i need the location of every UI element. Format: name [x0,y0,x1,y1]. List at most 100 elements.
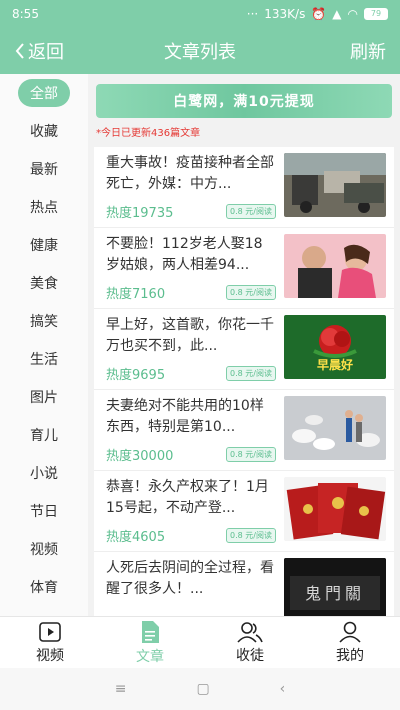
category-item-pictures[interactable]: 图片 [0,378,88,416]
article-card[interactable]: 不要脸！112岁老人娶18岁姑娘，两人相差94... 热度7160 0.8 元/… [94,228,394,309]
category-label: 美食 [30,276,58,292]
battery-icon: 79 [364,8,388,20]
category-item-food[interactable]: 美食 [0,264,88,302]
status-time: 8:55 [12,7,39,21]
category-label: 全部 [18,79,70,107]
category-item-health[interactable]: 健康 [0,226,88,264]
category-label: 收藏 [30,124,58,140]
category-label: 体育 [30,580,58,596]
article-thumbnail: 鬼門關 [284,558,386,616]
article-text: 早上好，这首歌，你花一千万也买不到，此... 热度9695 0.8 元/阅读 [106,315,284,383]
article-meta: 热度7160 0.8 元/阅读 [106,283,276,302]
article-text: 重大事故！疫苗接种者全部死亡，外媒：中方... 热度19735 0.8 元/阅读 [106,153,284,221]
article-text: 恭喜！永久产权来了！1月15号起，不动产登... 热度4605 0.8 元/阅读 [106,477,284,545]
article-icon [142,620,159,643]
article-thumbnail [284,153,386,217]
tab-label: 视频 [36,647,64,664]
alarm-icon: ⏰ [311,7,327,21]
header-bar: 返回 文章列表 刷新 [0,28,400,74]
network-speed: 133K/s [264,7,306,21]
category-label: 节日 [30,504,58,520]
article-card[interactable]: 重大事故！疫苗接种者全部死亡，外媒：中方... 热度19735 0.8 元/阅读 [94,147,394,228]
article-title: 人死后去阴间的全过程，看醒了很多人！... [106,560,274,597]
article-price-badge: 0.8 元/阅读 [226,447,276,462]
refresh-button[interactable]: 刷新 [350,38,386,64]
category-item-sports[interactable]: 体育 [0,568,88,606]
tab-video[interactable]: 视频 [0,617,100,668]
article-heat: 热度4605 [106,530,166,545]
article-heat: 热度30000 [106,449,174,464]
article-card[interactable]: 恭喜！永久产权来了！1月15号起，不动产登... 热度4605 0.8 元/阅读 [94,471,394,552]
article-title: 恭喜！永久产权来了！1月15号起，不动产登... [106,479,269,516]
article-meta: 热度4605 0.8 元/阅读 [106,526,276,545]
tab-label: 我的 [336,647,364,664]
article-card[interactable]: 夫妻绝对不能共用的10样东西，特别是第10... 热度30000 0.8 元/阅… [94,390,394,471]
category-item-videos[interactable]: 视频 [0,530,88,568]
category-item-all[interactable]: 全部 [0,74,88,112]
system-nav-bar: ≡ ▢ ‹ [0,668,400,710]
article-card[interactable]: 人死后去阴间的全过程，看醒了很多人！... 鬼門關 [94,552,394,616]
article-thumbnail [284,477,386,541]
article-text: 不要脸！112岁老人娶18岁姑娘，两人相差94... 热度7160 0.8 元/… [106,234,284,302]
article-title: 早上好，这首歌，你花一千万也买不到，此... [106,317,274,354]
bottom-tab-bar: 视频 文章 收徒 我的 [0,616,400,668]
category-label: 视频 [30,542,58,558]
tab-apprentice[interactable]: 收徒 [200,617,300,668]
menu-icon[interactable]: ≡ [115,681,127,697]
update-notice: *今日已更新436篇文章 [96,128,201,139]
category-item-funny[interactable]: 搞笑 [0,302,88,340]
tab-label: 文章 [136,648,164,665]
category-label: 育儿 [30,428,58,444]
category-label: 小说 [30,466,58,482]
promo-banner[interactable]: 白鹭网，满10元提现 [96,84,392,118]
back-button[interactable]: 返回 [14,38,64,64]
category-label: 搞笑 [30,314,58,330]
article-text: 夫妻绝对不能共用的10样东西，特别是第10... 热度30000 0.8 元/阅… [106,396,284,464]
article-price-badge: 0.8 元/阅读 [226,366,276,381]
article-heat: 热度7160 [106,287,166,302]
category-item-holidays[interactable]: 节日 [0,492,88,530]
article-text: 人死后去阴间的全过程，看醒了很多人！... [106,558,284,616]
article-heat: 热度9695 [106,368,166,383]
article-title: 重大事故！疫苗接种者全部死亡，外媒：中方... [106,155,274,192]
article-title: 不要脸！112岁老人娶18岁姑娘，两人相差94... [106,236,263,273]
category-sidebar: 全部 收藏 最新 热点 健康 美食 搞笑 生活 图片 育儿 小说 节日 视频 体… [0,74,88,616]
article-card[interactable]: 早上好，这首歌，你花一千万也买不到，此... 热度9695 0.8 元/阅读 早… [94,309,394,390]
article-meta: 热度19735 0.8 元/阅读 [106,202,276,221]
article-meta: 热度30000 0.8 元/阅读 [106,445,276,464]
category-label: 最新 [30,162,58,178]
thumbnail-caption: 鬼門關 [304,584,365,603]
category-label: 生活 [30,352,58,368]
back-nav-icon[interactable]: ‹ [280,681,286,697]
wifi-icon: ◠ [347,7,358,21]
status-right: ··· 133K/s ⏰ ▲ ◠ 79 [247,7,388,21]
article-thumbnail [284,234,386,298]
category-item-novels[interactable]: 小说 [0,454,88,492]
back-label: 返回 [28,42,64,63]
category-item-favorites[interactable]: 收藏 [0,112,88,150]
signal-icon: ▲ [332,7,342,21]
tab-article[interactable]: 文章 [100,617,200,668]
thumbnail-caption: 早晨好 [316,358,353,372]
dots-icon: ··· [246,7,259,21]
video-icon [39,621,61,642]
article-meta: 热度9695 0.8 元/阅读 [106,364,276,383]
home-icon[interactable]: ▢ [196,681,209,697]
category-item-life[interactable]: 生活 [0,340,88,378]
chevron-left-icon [15,43,24,59]
status-bar: 8:55 ··· 133K/s ⏰ ▲ ◠ 79 [0,0,400,28]
article-list-panel: 白鹭网，满10元提现 *今日已更新436篇文章 重大事故！疫苗接种者全部死亡，外… [88,74,400,616]
person-icon [339,621,361,643]
article-price-badge: 0.8 元/阅读 [226,285,276,300]
users-icon [237,621,263,643]
category-item-hot[interactable]: 热点 [0,188,88,226]
tab-mine[interactable]: 我的 [300,617,400,668]
article-title: 夫妻绝对不能共用的10样东西，特别是第10... [106,398,264,435]
category-label: 健康 [30,238,58,254]
category-item-parenting[interactable]: 育儿 [0,416,88,454]
article-price-badge: 0.8 元/阅读 [226,528,276,543]
article-list: 重大事故！疫苗接种者全部死亡，外媒：中方... 热度19735 0.8 元/阅读 [94,147,394,616]
category-item-latest[interactable]: 最新 [0,150,88,188]
tab-label: 收徒 [236,647,264,664]
category-label: 图片 [30,390,58,406]
